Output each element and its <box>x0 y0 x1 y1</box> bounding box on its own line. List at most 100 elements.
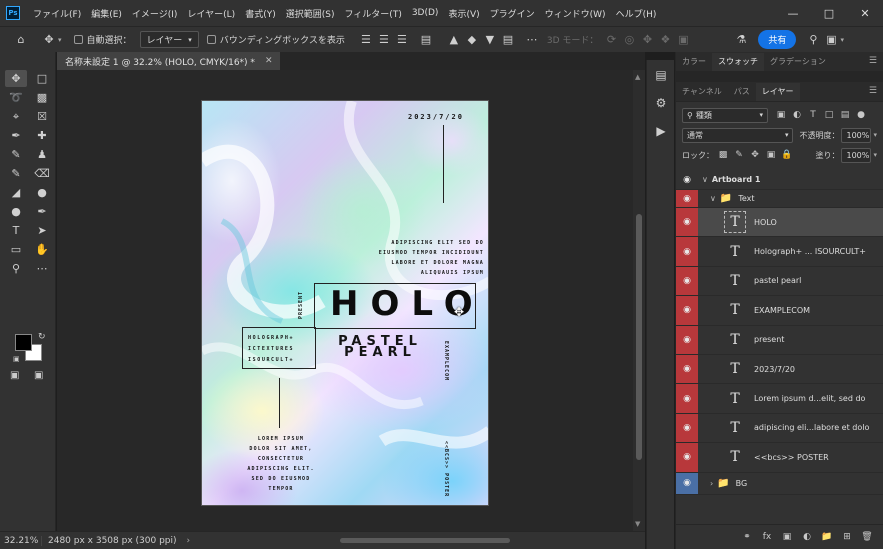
close-tab-icon[interactable]: ✕ <box>265 56 273 66</box>
menu-help[interactable]: ヘルプ(H) <box>611 7 662 20</box>
menu-3d[interactable]: 3D(D) <box>407 8 444 18</box>
eraser-tool-icon[interactable]: ⌫ <box>31 165 53 182</box>
layer-mask-icon[interactable]: ▣ <box>778 528 796 546</box>
delete-layer-icon[interactable]: 🗑 <box>858 528 876 546</box>
lock-artboard-icon[interactable]: ▣ <box>764 148 778 162</box>
align-bottom-icon[interactable]: ▼ <box>481 31 499 49</box>
crop-tool-icon[interactable]: ⌖ <box>5 108 27 125</box>
chevron-down-icon[interactable]: ▾ <box>873 151 877 159</box>
layer-style-icon[interactable]: fx <box>758 528 776 546</box>
adjustment-layer-icon[interactable]: ◐ <box>798 528 816 546</box>
layer-filter-dropdown[interactable]: ⚲ 種類 ▾ <box>682 107 768 123</box>
gradient-tool-icon[interactable]: ◢ <box>5 184 27 201</box>
status-menu-chevron-icon[interactable]: › <box>187 536 191 546</box>
auto-select-checkbox[interactable] <box>73 35 83 44</box>
artboard[interactable]: 2023/7/20 ADIPISCING ELIT SED DO EIUSMOD… <box>201 100 489 506</box>
frame-tool-icon[interactable]: ☒ <box>31 108 53 125</box>
share-button[interactable]: 共有 <box>758 30 797 49</box>
tab-swatches[interactable]: スウォッチ <box>712 53 764 71</box>
eye-icon[interactable]: ◉ <box>676 354 698 384</box>
menu-type[interactable]: 書式(Y) <box>240 7 281 20</box>
tab-gradients[interactable]: グラデーション <box>764 53 832 71</box>
lock-image-icon[interactable]: ✎ <box>732 148 746 162</box>
new-group-icon[interactable]: 📁 <box>818 528 836 546</box>
layer-text-item[interactable]: ◉ T pastel pearl <box>676 266 883 297</box>
chevron-down-icon[interactable]: ▾ <box>873 131 877 139</box>
eye-icon[interactable]: ◉ <box>676 296 698 325</box>
more-options-icon[interactable]: ⋯ <box>523 31 541 49</box>
chevron-down-icon[interactable]: ▾ <box>840 36 844 44</box>
layer-text-item[interactable]: ◉ T Holograph+ ... ISOURCULT+ <box>676 237 883 267</box>
type-tool-icon[interactable]: T <box>5 222 27 239</box>
layer-text-item[interactable]: ◉ T Lorem ipsum d...elit, sed do <box>676 384 883 414</box>
link-layers-icon[interactable]: ⚭ <box>738 528 756 546</box>
layer-text-item[interactable]: ◉ T present <box>676 325 883 355</box>
tab-channels[interactable]: チャンネル <box>676 83 728 101</box>
menu-filter[interactable]: フィルター(T) <box>339 7 406 20</box>
path-select-tool-icon[interactable]: ➤ <box>31 222 53 239</box>
eye-icon[interactable]: ◉ <box>676 443 698 472</box>
workspace-icon[interactable]: ▣ <box>822 31 840 49</box>
lock-all-icon[interactable]: 🔒 <box>780 148 794 162</box>
eye-icon[interactable]: ◉ <box>676 472 698 494</box>
layer-group-bg[interactable]: ◉ › 📁 BG <box>676 472 883 495</box>
filter-pixel-icon[interactable]: ▣ <box>774 108 788 122</box>
eye-icon[interactable]: ◉ <box>676 266 698 296</box>
fill-field[interactable]: 100% <box>841 147 872 163</box>
layer-text-item[interactable]: ◉ T <<bcs>> POSTER <box>676 443 883 473</box>
dodge-tool-icon[interactable]: ● <box>5 203 27 220</box>
align-left-icon[interactable]: ☰ <box>357 31 375 49</box>
vertical-scrollbar[interactable]: ▲ ▼ <box>633 70 645 531</box>
move-tool-icon[interactable]: ✥ <box>40 31 58 49</box>
eye-icon[interactable]: ◉ <box>676 384 698 413</box>
actions-play-icon[interactable]: ▶ <box>650 120 672 142</box>
tab-layers[interactable]: レイヤー <box>755 83 800 101</box>
filter-shape-icon[interactable]: □ <box>822 108 836 122</box>
distribute-icon[interactable]: ▤ <box>417 31 435 49</box>
quick-mask-icon[interactable]: ▣ <box>10 370 19 381</box>
bounding-box-checkbox[interactable] <box>206 35 216 44</box>
move-tool-icon[interactable]: ✥ <box>5 70 27 87</box>
horizontal-scrollbar[interactable] <box>220 537 640 544</box>
minimize-icon[interactable]: — <box>775 0 811 26</box>
eye-icon[interactable]: ◉ <box>676 190 698 207</box>
filter-type-icon[interactable]: T <box>806 108 820 122</box>
filter-toggle-icon[interactable]: ● <box>854 108 868 122</box>
chevron-down-icon[interactable]: ∨ <box>710 194 716 203</box>
layer-group-text[interactable]: ◉ ∨ 📁 Text <box>676 190 883 208</box>
lock-transparent-icon[interactable]: ▩ <box>716 148 730 162</box>
blur-tool-icon[interactable]: ● <box>31 184 53 201</box>
swap-colors-icon[interactable]: ↻ <box>38 332 46 342</box>
stamp-tool-icon[interactable]: ♟ <box>31 146 53 163</box>
layer-text-item[interactable]: ◉ T adipiscing eli...labore et dolo <box>676 413 883 444</box>
menu-edit[interactable]: 編集(E) <box>86 7 127 20</box>
panel-menu-icon[interactable]: ☰ <box>869 56 877 66</box>
align-right-icon[interactable]: ☰ <box>393 31 411 49</box>
bounding-box-option[interactable]: バウンディングボックスを表示 <box>206 33 345 46</box>
menu-file[interactable]: ファイル(F) <box>28 7 86 20</box>
flask-icon[interactable]: ⚗ <box>732 31 750 49</box>
more-tools-icon[interactable]: ⋯ <box>31 260 53 277</box>
new-layer-icon[interactable]: ⊞ <box>838 528 856 546</box>
distribute-vertical-icon[interactable]: ▤ <box>499 31 517 49</box>
menu-plugins[interactable]: プラグイン <box>485 7 540 20</box>
menu-window[interactable]: ウィンドウ(W) <box>540 7 611 20</box>
document-tab[interactable]: 名称未設定 1 @ 32.2% (HOLO, CMYK/16*) * ✕ <box>57 52 281 70</box>
default-colors-icon[interactable]: ▣ <box>13 355 20 363</box>
lock-position-icon[interactable]: ✥ <box>748 148 762 162</box>
scroll-up-icon[interactable]: ▲ <box>635 73 640 81</box>
home-icon[interactable]: ⌂ <box>12 31 30 49</box>
adjustments-panel-icon[interactable]: ⚙ <box>650 92 672 114</box>
vertical-scroll-thumb[interactable] <box>636 214 642 460</box>
hand-tool-icon[interactable]: ✋ <box>31 241 53 258</box>
blend-mode-dropdown[interactable]: 通常 ▾ <box>682 127 794 143</box>
zoom-tool-icon[interactable]: ⚲ <box>5 260 27 277</box>
eye-icon[interactable]: ◉ <box>676 208 698 237</box>
eyedropper-tool-icon[interactable]: ✒ <box>5 127 27 144</box>
chevron-down-icon[interactable]: ▾ <box>58 36 62 44</box>
menu-layer[interactable]: レイヤー(L) <box>182 7 240 20</box>
align-top-icon[interactable]: ▲ <box>445 31 463 49</box>
object-select-tool-icon[interactable]: ▩ <box>31 89 53 106</box>
menu-view[interactable]: 表示(V) <box>443 7 484 20</box>
menu-image[interactable]: イメージ(I) <box>127 7 183 20</box>
